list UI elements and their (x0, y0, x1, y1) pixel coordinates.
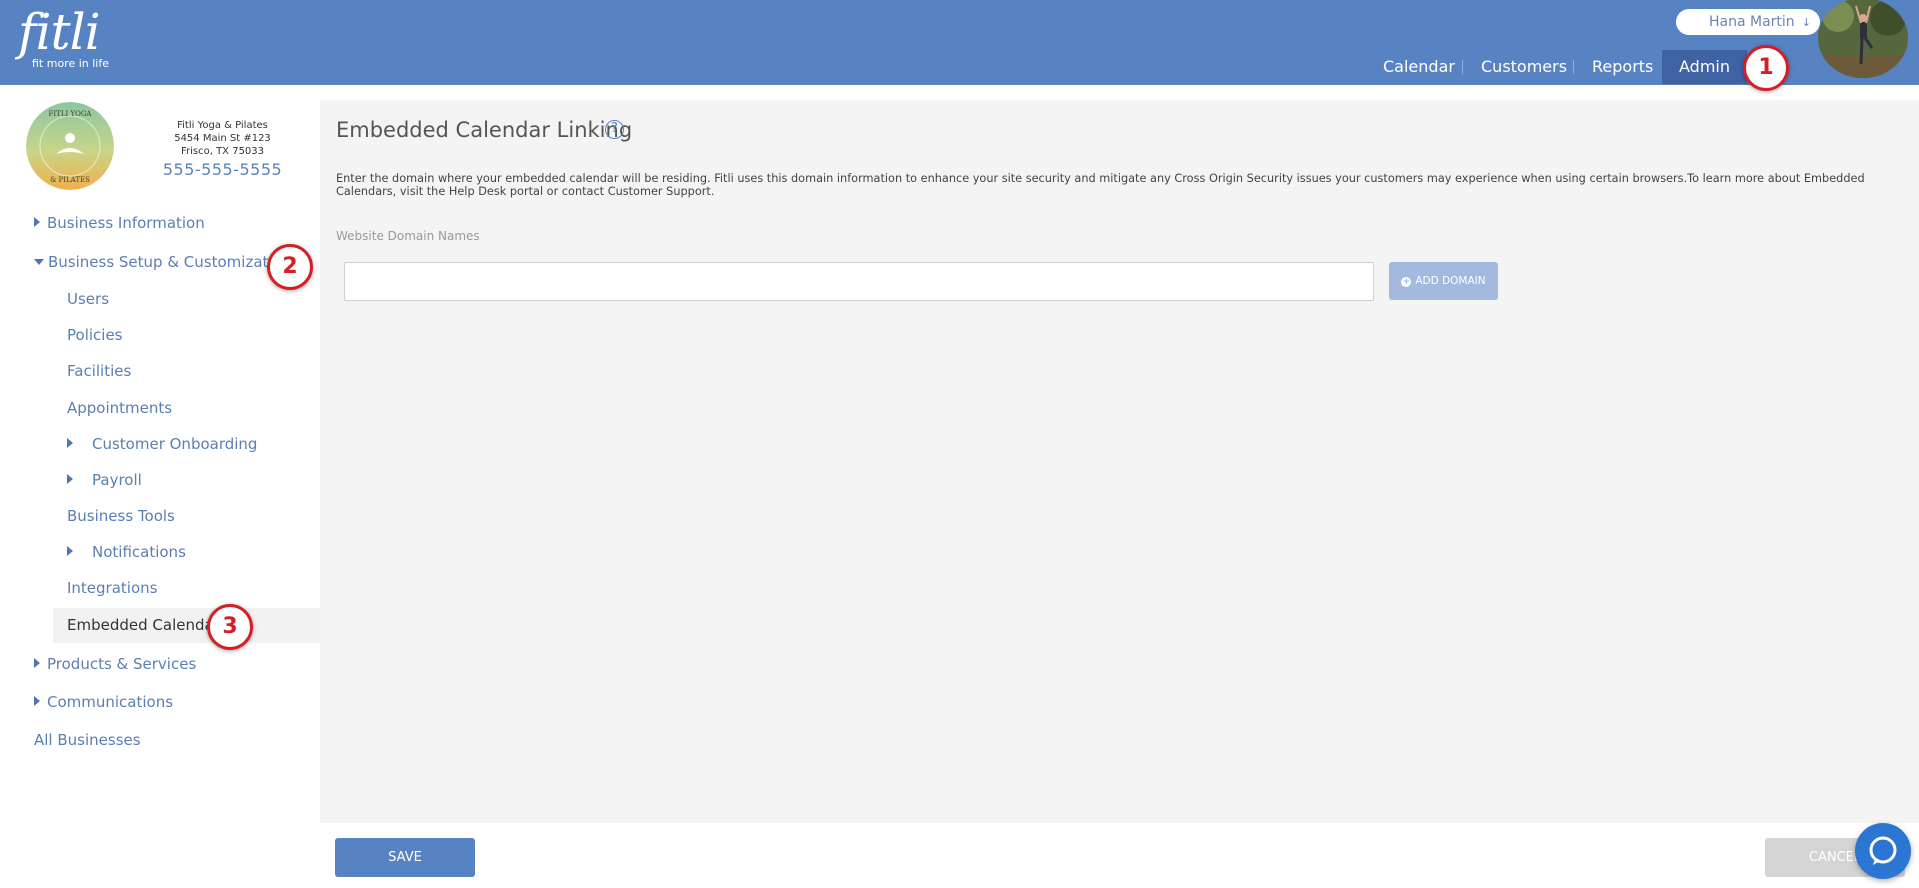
sidebar-item-label: Products & Services (47, 655, 197, 673)
add-domain-button[interactable]: + ADD DOMAIN (1389, 262, 1498, 300)
help-icon[interactable]: ? (605, 120, 624, 139)
nav-customers[interactable]: Customers (1481, 50, 1567, 84)
caret-right-icon (67, 438, 73, 448)
caret-right-icon (34, 658, 40, 668)
sidebar: FITLI YOGA & PILATES Fitli Yoga & Pilate… (0, 85, 320, 888)
caret-down-icon (34, 259, 44, 265)
caret-right-icon (34, 696, 40, 706)
user-name: Hana Martin (1709, 14, 1795, 30)
sidebar-item-products-services[interactable]: Products & Services (34, 655, 196, 673)
main-content: Embedded Calendar Linking ? Enter the do… (320, 100, 1919, 823)
business-name: Fitli Yoga & Pilates (177, 120, 268, 131)
domain-input[interactable] (344, 262, 1374, 301)
business-logo: FITLI YOGA & PILATES (26, 102, 114, 190)
sidebar-item-policies[interactable]: Policies (67, 326, 122, 344)
sidebar-item-all-businesses[interactable]: All Businesses (34, 731, 141, 749)
sidebar-item-business-setup[interactable]: Business Setup & Customization (34, 253, 291, 271)
step-marker-2: 2 (267, 244, 313, 290)
top-bar: fitli fit more in life Hana Martin ↓ Cale… (0, 0, 1919, 85)
svg-text:& PILATES: & PILATES (50, 176, 90, 184)
footer-bar: SAVE CANCEL (320, 823, 1919, 888)
sidebar-item-label: Payroll (92, 471, 142, 489)
save-button[interactable]: SAVE (335, 838, 475, 877)
sidebar-item-communications[interactable]: Communications (34, 693, 173, 711)
nav-reports[interactable]: Reports (1592, 50, 1653, 84)
caret-right-icon (67, 474, 73, 484)
nav-calendar[interactable]: Calendar (1383, 50, 1455, 84)
caret-right-icon (67, 546, 73, 556)
sidebar-item-label: Communications (47, 693, 174, 711)
nav-admin[interactable]: Admin (1662, 50, 1747, 84)
sidebar-item-label: Notifications (92, 543, 186, 561)
business-address-line1: 5454 Main St #123 (174, 133, 271, 144)
domain-field-label: Website Domain Names (336, 229, 480, 243)
business-address: Fitli Yoga & Pilates 5454 Main St #123 F… (160, 119, 285, 158)
chat-support-button[interactable] (1855, 823, 1911, 879)
sidebar-item-facilities[interactable]: Facilities (67, 362, 131, 380)
business-phone[interactable]: 555-555-5555 (160, 160, 285, 179)
chat-bubble-icon (1869, 836, 1897, 865)
sidebar-item-label: Business Information (47, 214, 205, 232)
sidebar-item-business-information[interactable]: Business Information (34, 214, 205, 232)
plus-circle-icon: + (1401, 277, 1412, 287)
caret-right-icon (34, 217, 40, 227)
main-nav: Calendar Customers Reports Admin (0, 50, 1919, 84)
page-description: Enter the domain where your embedded cal… (336, 172, 1865, 198)
sidebar-item-appointments[interactable]: Appointments (67, 399, 172, 417)
sidebar-item-label: Business Setup & Customization (48, 253, 292, 271)
sidebar-item-notifications[interactable]: Notifications (67, 543, 186, 561)
sidebar-item-embedded-calendar[interactable]: Embedded Calendar (67, 616, 220, 634)
nav-separator (1573, 60, 1574, 74)
sidebar-item-payroll[interactable]: Payroll (67, 471, 142, 489)
chevron-double-down-icon: ↓ (1801, 16, 1811, 29)
step-marker-1: 1 (1743, 45, 1789, 91)
page-title: Embedded Calendar Linking (336, 118, 633, 142)
sidebar-item-business-tools[interactable]: Business Tools (67, 507, 175, 525)
step-marker-3: 3 (207, 604, 253, 650)
nav-separator (1462, 60, 1463, 74)
business-address-line2: Frisco, TX 75033 (180, 146, 265, 157)
svg-text:FITLI YOGA: FITLI YOGA (49, 110, 93, 118)
add-domain-label: ADD DOMAIN (1415, 275, 1486, 287)
sidebar-item-customer-onboarding[interactable]: Customer Onboarding (67, 435, 257, 453)
sidebar-item-integrations[interactable]: Integrations (67, 579, 157, 597)
sidebar-item-users[interactable]: Users (67, 290, 109, 308)
user-menu-button[interactable]: Hana Martin ↓ (1676, 9, 1820, 35)
sidebar-item-label: Customer Onboarding (92, 435, 258, 453)
